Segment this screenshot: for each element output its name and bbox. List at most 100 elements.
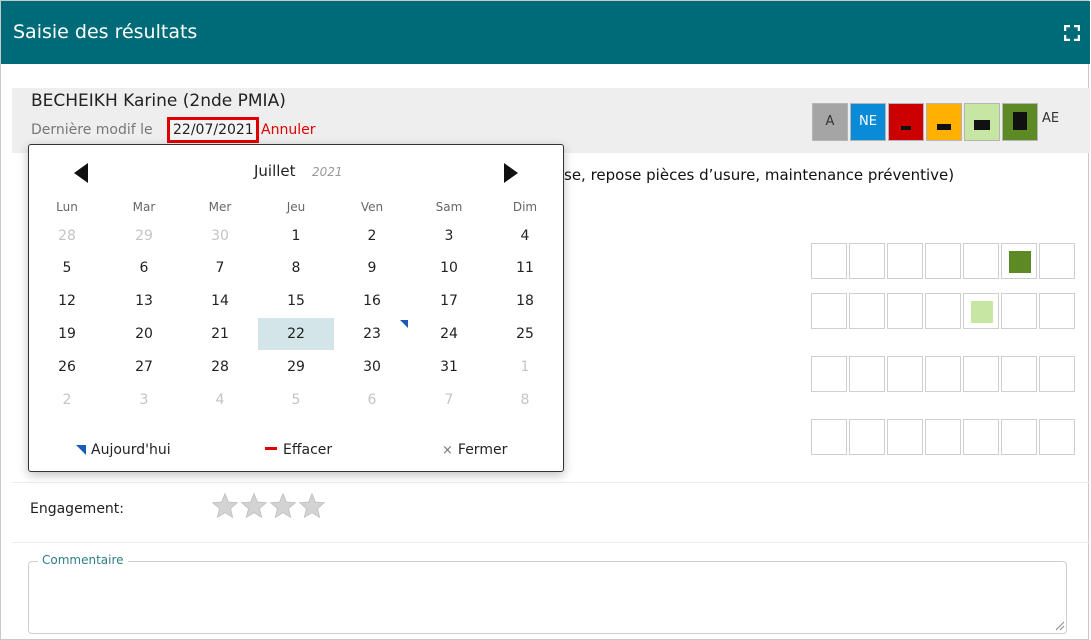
calendar-day[interactable]: 28 xyxy=(182,351,258,383)
resize-handle-icon[interactable] xyxy=(1054,620,1065,631)
cancel-link[interactable]: Annuler xyxy=(261,122,315,138)
weekday-header: Dim xyxy=(512,200,538,214)
evaluation-cell[interactable] xyxy=(1039,356,1075,392)
calendar-day[interactable]: 30 xyxy=(334,351,410,383)
evaluation-cell[interactable] xyxy=(963,356,999,392)
level-2-button[interactable] xyxy=(926,103,962,141)
star-icon[interactable] xyxy=(240,491,268,521)
today-button[interactable]: Aujourd'hui xyxy=(76,442,171,458)
comment-textarea[interactable] xyxy=(28,561,1067,634)
evaluation-cell[interactable] xyxy=(1001,243,1037,279)
evaluation-cell[interactable] xyxy=(849,419,885,455)
evaluation-cell[interactable] xyxy=(849,293,885,329)
evaluation-cell[interactable] xyxy=(1039,293,1075,329)
last-modified-date[interactable]: 22/07/2021 xyxy=(167,117,259,143)
calendar-day[interactable]: 31 xyxy=(411,351,487,383)
calendar-day[interactable]: 8 xyxy=(487,384,563,416)
calendar-day[interactable]: 7 xyxy=(411,384,487,416)
evaluation-cell[interactable] xyxy=(849,243,885,279)
evaluation-cell[interactable] xyxy=(887,243,923,279)
calendar-day[interactable]: 5 xyxy=(258,384,334,416)
evaluation-cell[interactable] xyxy=(963,293,999,329)
evaluation-cell[interactable] xyxy=(925,419,961,455)
calendar-day[interactable]: 22 xyxy=(258,318,334,350)
evaluation-cell[interactable] xyxy=(1039,243,1075,279)
last-modified-label: Dernière modif le xyxy=(31,122,153,138)
calendar-month[interactable]: Juillet xyxy=(254,162,296,180)
calendar-day[interactable]: 23 xyxy=(334,318,410,350)
weekday-header: Mar xyxy=(132,200,156,214)
evaluation-cell[interactable] xyxy=(811,419,847,455)
evaluation-cell[interactable] xyxy=(1039,419,1075,455)
calendar-year[interactable]: 2021 xyxy=(312,165,343,179)
calendar-day[interactable]: 30 xyxy=(182,220,258,252)
student-name: BECHEIKH Karine (2nde PMIA) xyxy=(31,91,286,111)
evaluation-cell[interactable] xyxy=(811,356,847,392)
calendar-day[interactable]: 2 xyxy=(334,220,410,252)
calendar-day[interactable]: 10 xyxy=(411,252,487,284)
evaluation-cell[interactable] xyxy=(1001,356,1037,392)
calendar-day[interactable]: 17 xyxy=(411,285,487,317)
calendar-day[interactable]: 11 xyxy=(487,252,563,284)
calendar-day[interactable]: 5 xyxy=(29,252,105,284)
star-icon[interactable] xyxy=(269,491,297,521)
calendar-day[interactable]: 1 xyxy=(258,220,334,252)
calendar-day[interactable]: 12 xyxy=(29,285,105,317)
evaluation-cell[interactable] xyxy=(1001,419,1037,455)
evaluation-cell[interactable] xyxy=(887,419,923,455)
calendar-day[interactable]: 14 xyxy=(182,285,258,317)
calendar-day[interactable]: 9 xyxy=(334,252,410,284)
calendar-day[interactable]: 3 xyxy=(411,220,487,252)
fullscreen-icon[interactable] xyxy=(1064,25,1080,41)
star-icon[interactable] xyxy=(298,491,326,521)
calendar-day[interactable]: 20 xyxy=(106,318,182,350)
evaluation-cell[interactable] xyxy=(811,293,847,329)
calendar-day[interactable]: 28 xyxy=(29,220,105,252)
calendar-day[interactable]: 29 xyxy=(106,220,182,252)
weekday-header: Jeu xyxy=(286,200,306,214)
calendar-day[interactable]: 26 xyxy=(29,351,105,383)
calendar-day[interactable]: 15 xyxy=(258,285,334,317)
evaluation-cell[interactable] xyxy=(811,243,847,279)
star-icon[interactable] xyxy=(211,491,239,521)
clear-icon xyxy=(265,447,277,450)
evaluation-cell[interactable] xyxy=(887,356,923,392)
calendar-day[interactable]: 18 xyxy=(487,285,563,317)
calendar-day[interactable]: 19 xyxy=(29,318,105,350)
calendar-day[interactable]: 29 xyxy=(258,351,334,383)
calendar-day[interactable]: 7 xyxy=(182,252,258,284)
level-4-button[interactable] xyxy=(1002,103,1038,141)
level-ne-button[interactable]: NE xyxy=(850,103,886,141)
calendar-day[interactable]: 1 xyxy=(487,351,563,383)
evaluation-cell[interactable] xyxy=(925,243,961,279)
calendar-day[interactable]: 6 xyxy=(106,252,182,284)
evaluation-cell[interactable] xyxy=(925,293,961,329)
level-3-button[interactable] xyxy=(964,103,1000,141)
calendar-day[interactable]: 16 xyxy=(334,285,410,317)
calendar-day[interactable]: 27 xyxy=(106,351,182,383)
calendar-day[interactable]: 21 xyxy=(182,318,258,350)
next-month-icon[interactable] xyxy=(504,163,518,183)
evaluation-cell[interactable] xyxy=(963,243,999,279)
evaluation-cell[interactable] xyxy=(963,419,999,455)
evaluation-cell[interactable] xyxy=(849,356,885,392)
level-a-button[interactable]: A xyxy=(812,103,848,141)
level-1-button[interactable] xyxy=(888,103,924,141)
calendar-day[interactable]: 3 xyxy=(106,384,182,416)
calendar-day[interactable]: 4 xyxy=(487,220,563,252)
calendar-day[interactable]: 2 xyxy=(29,384,105,416)
previous-month-icon[interactable] xyxy=(74,163,88,183)
evaluation-cell[interactable] xyxy=(887,293,923,329)
calendar-day[interactable]: 13 xyxy=(106,285,182,317)
calendar-day[interactable]: 24 xyxy=(411,318,487,350)
clear-button[interactable]: Effacer xyxy=(265,442,332,458)
calendar-day[interactable]: 25 xyxy=(487,318,563,350)
calendar-day[interactable]: 8 xyxy=(258,252,334,284)
calendar-day[interactable]: 6 xyxy=(334,384,410,416)
panel-header: Saisie des résultats xyxy=(1,1,1090,64)
calendar-day[interactable]: 4 xyxy=(182,384,258,416)
level-ae-label[interactable]: AE xyxy=(1042,111,1059,126)
evaluation-cell[interactable] xyxy=(1001,293,1037,329)
close-button[interactable]: × Fermer xyxy=(442,442,507,458)
evaluation-cell[interactable] xyxy=(925,356,961,392)
